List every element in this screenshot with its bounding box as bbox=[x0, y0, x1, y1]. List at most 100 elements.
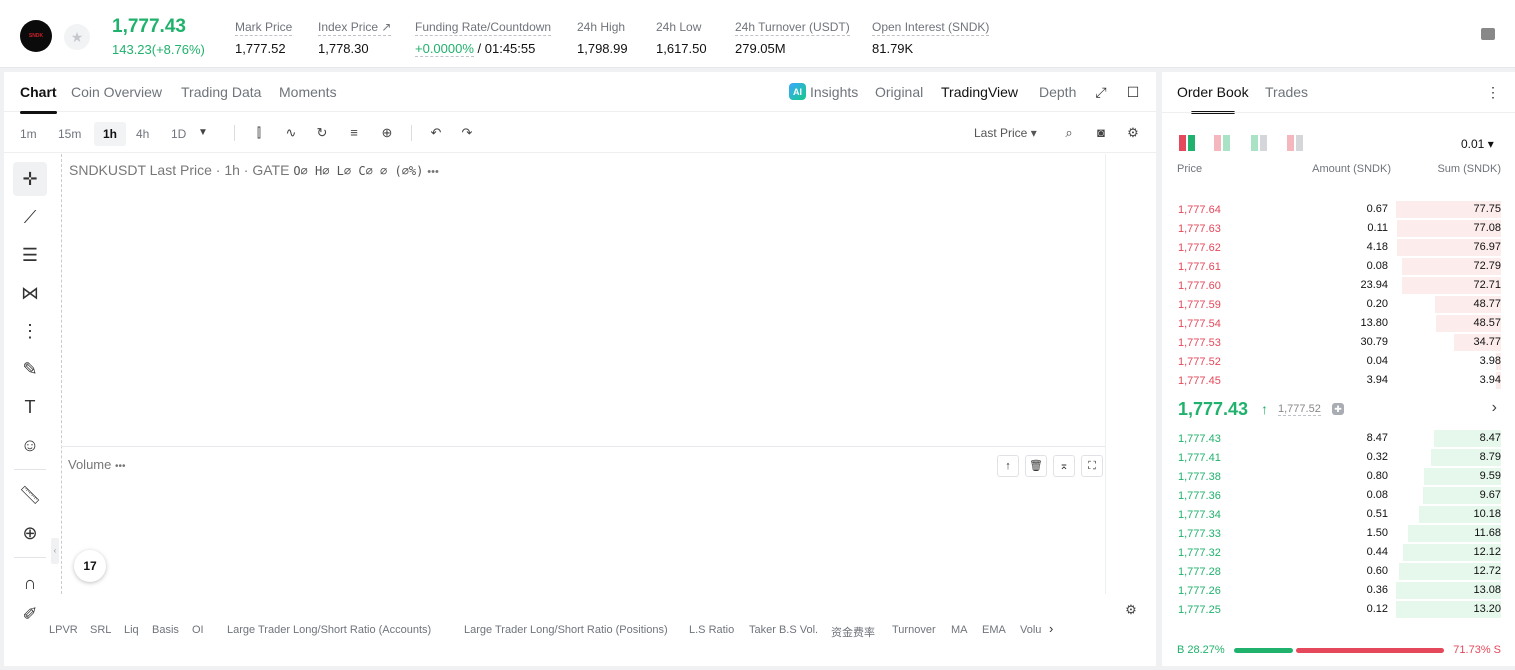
timeframe-1h[interactable]: 1h bbox=[94, 122, 126, 146]
camera-icon[interactable]: ◙ bbox=[1093, 125, 1109, 141]
price-axis[interactable] bbox=[1105, 154, 1156, 594]
indicator-taker-bs-vol[interactable]: Taker B.S Vol. bbox=[749, 624, 818, 636]
brush-icon[interactable]: ✎ bbox=[13, 352, 47, 386]
tab-coin-overview[interactable]: Coin Overview bbox=[71, 84, 162, 100]
magnet-icon[interactable]: ∩ bbox=[13, 566, 47, 600]
collapse-toolbar-handle[interactable]: ‹ bbox=[51, 538, 59, 564]
layout-book-icon[interactable] bbox=[1481, 28, 1495, 40]
fullscreen-icon[interactable]: ⤢ bbox=[1093, 84, 1109, 100]
window-square-icon[interactable]: ☐ bbox=[1125, 84, 1141, 100]
bid-row[interactable]: 1,777.38 0.80 9.59 bbox=[1162, 467, 1515, 486]
bid-row[interactable]: 1,777.25 0.12 13.20 bbox=[1162, 600, 1515, 619]
indicators-icon[interactable]: ∿ bbox=[283, 125, 299, 141]
gear-icon[interactable]: ⚙ bbox=[1125, 125, 1141, 141]
timeframe-1d[interactable]: 1D bbox=[165, 122, 192, 146]
mid-price[interactable]: 1,777.43 bbox=[1178, 399, 1248, 420]
ask-row[interactable]: 1,777.45 3.94 3.94 bbox=[1162, 371, 1515, 390]
chart-settings-icon[interactable]: ⚙ bbox=[1123, 602, 1139, 618]
bid-sum: 9.59 bbox=[1479, 470, 1501, 482]
tab-chart[interactable]: Chart bbox=[20, 84, 57, 114]
bid-price: 1,777.28 bbox=[1178, 566, 1221, 578]
indicator-funding-rate[interactable]: 资金费率 bbox=[831, 624, 875, 640]
ask-row[interactable]: 1,777.59 0.20 48.77 bbox=[1162, 295, 1515, 314]
favorite-star-icon[interactable]: ★ bbox=[64, 24, 90, 50]
price-type-select[interactable]: Last Price ▾ bbox=[974, 126, 1037, 140]
bid-row[interactable]: 1,777.33 1.50 11.68 bbox=[1162, 524, 1515, 543]
add-alert-icon[interactable]: ⊕ bbox=[379, 125, 395, 141]
asks-only-mode-icon[interactable] bbox=[1287, 135, 1303, 151]
timeframe-1m[interactable]: 1m bbox=[14, 122, 43, 146]
ask-row[interactable]: 1,777.54 13.80 48.57 bbox=[1162, 314, 1515, 333]
emoji-icon[interactable]: ☺ bbox=[13, 428, 47, 462]
bids-only-mode-icon[interactable] bbox=[1251, 135, 1267, 151]
collapse-pane-icon[interactable]: ⌅ bbox=[1053, 455, 1075, 477]
candle-type-icon[interactable]: ⫿ bbox=[251, 125, 267, 141]
indicator-volume[interactable]: Volu bbox=[1020, 624, 1041, 636]
ruler-icon[interactable]: 📏︎ bbox=[13, 478, 47, 512]
both-sides-mode-icon[interactable] bbox=[1179, 135, 1195, 151]
redo-icon[interactable]: ↷ bbox=[459, 125, 475, 141]
bid-row[interactable]: 1,777.26 0.36 13.08 bbox=[1162, 581, 1515, 600]
legend-more-icon[interactable]: ••• bbox=[427, 166, 439, 178]
volume-more-icon[interactable]: ••• bbox=[115, 461, 126, 472]
search-icon[interactable]: ⌕ bbox=[1061, 125, 1077, 141]
templates-icon[interactable]: ≡ bbox=[346, 125, 362, 141]
tab-order-book[interactable]: Order Book bbox=[1177, 84, 1249, 114]
more-vertical-icon[interactable]: ⋮ bbox=[1485, 84, 1501, 100]
crosshair-icon[interactable]: ✛ bbox=[13, 162, 47, 196]
move-pane-up-icon[interactable]: ↑ bbox=[997, 455, 1019, 477]
indicator-lt-ratio-accounts[interactable]: Large Trader Long/Short Ratio (Accounts) bbox=[227, 624, 431, 636]
depth-mode-icon[interactable] bbox=[1214, 135, 1230, 151]
ask-row[interactable]: 1,777.63 0.11 77.08 bbox=[1162, 219, 1515, 238]
indicator-lt-ratio-positions[interactable]: Large Trader Long/Short Ratio (Positions… bbox=[464, 624, 668, 636]
precision-select[interactable]: 0.01 ▾ bbox=[1461, 137, 1494, 151]
trend-line-icon[interactable]: ⟋ bbox=[13, 200, 47, 234]
indicator-srl[interactable]: SRL bbox=[90, 624, 111, 636]
ask-row[interactable]: 1,777.60 23.94 72.71 bbox=[1162, 276, 1515, 295]
tab-trading-data[interactable]: Trading Data bbox=[181, 84, 261, 100]
tab-moments[interactable]: Moments bbox=[279, 84, 337, 100]
volume-pane[interactable]: Volume ••• ↑ 🗑︎ ⌅ ⛶ bbox=[61, 446, 1105, 594]
undo-icon[interactable]: ↶ bbox=[428, 125, 444, 141]
indicator-oi[interactable]: OI bbox=[192, 624, 204, 636]
indicator-basis[interactable]: Basis bbox=[152, 624, 179, 636]
pattern-icon[interactable]: ⋈ bbox=[13, 276, 47, 310]
delete-pane-icon[interactable]: 🗑︎ bbox=[1025, 455, 1047, 477]
chevron-right-icon[interactable]: › bbox=[1049, 621, 1053, 636]
indicator-ema[interactable]: EMA bbox=[982, 624, 1006, 636]
chevron-right-icon[interactable]: › bbox=[1492, 399, 1497, 417]
bid-row[interactable]: 1,777.36 0.08 9.67 bbox=[1162, 486, 1515, 505]
view-tradingview[interactable]: TradingView bbox=[941, 84, 1018, 100]
view-depth[interactable]: Depth bbox=[1039, 84, 1076, 100]
bid-row[interactable]: 1,777.32 0.44 12.12 bbox=[1162, 543, 1515, 562]
view-original[interactable]: Original bbox=[875, 84, 923, 100]
bid-row[interactable]: 1,777.41 0.32 8.79 bbox=[1162, 448, 1515, 467]
ask-sum: 77.75 bbox=[1473, 203, 1501, 215]
timeframe-dropdown-icon[interactable]: ▼ bbox=[195, 125, 211, 141]
fib-retracement-icon[interactable]: ⋮ bbox=[13, 314, 47, 348]
ask-amount: 0.08 bbox=[1366, 260, 1388, 272]
view-insights[interactable]: Insights bbox=[810, 84, 858, 100]
timeframe-15m[interactable]: 15m bbox=[52, 122, 87, 146]
text-tool-icon[interactable]: T bbox=[13, 390, 47, 424]
indicator-ls-ratio[interactable]: L.S Ratio bbox=[689, 624, 734, 636]
bid-row[interactable]: 1,777.43 8.47 8.47 bbox=[1162, 429, 1515, 448]
indicator-lpvr[interactable]: LPVR bbox=[49, 624, 78, 636]
bid-row[interactable]: 1,777.28 0.60 12.72 bbox=[1162, 562, 1515, 581]
zoom-in-icon[interactable]: ⊕ bbox=[13, 516, 47, 550]
funding-rate-value[interactable]: +0.0000% bbox=[415, 41, 474, 57]
ask-row[interactable]: 1,777.61 0.08 72.79 bbox=[1162, 257, 1515, 276]
ask-row[interactable]: 1,777.53 30.79 34.77 bbox=[1162, 333, 1515, 352]
indicator-ma[interactable]: MA bbox=[951, 624, 968, 636]
compare-icon[interactable]: ↻ bbox=[314, 125, 330, 141]
timeframe-4h[interactable]: 4h bbox=[130, 122, 155, 146]
indicator-turnover[interactable]: Turnover bbox=[892, 624, 936, 636]
indicator-liq[interactable]: Liq bbox=[124, 624, 139, 636]
maximize-pane-icon[interactable]: ⛶ bbox=[1081, 455, 1103, 477]
ask-row[interactable]: 1,777.64 0.67 77.75 bbox=[1162, 200, 1515, 219]
ask-row[interactable]: 1,777.52 0.04 3.98 bbox=[1162, 352, 1515, 371]
ask-row[interactable]: 1,777.62 4.18 76.97 bbox=[1162, 238, 1515, 257]
parallel-channel-icon[interactable]: ☰ bbox=[13, 238, 47, 272]
tab-trades[interactable]: Trades bbox=[1265, 84, 1308, 100]
bid-row[interactable]: 1,777.34 0.51 10.18 bbox=[1162, 505, 1515, 524]
